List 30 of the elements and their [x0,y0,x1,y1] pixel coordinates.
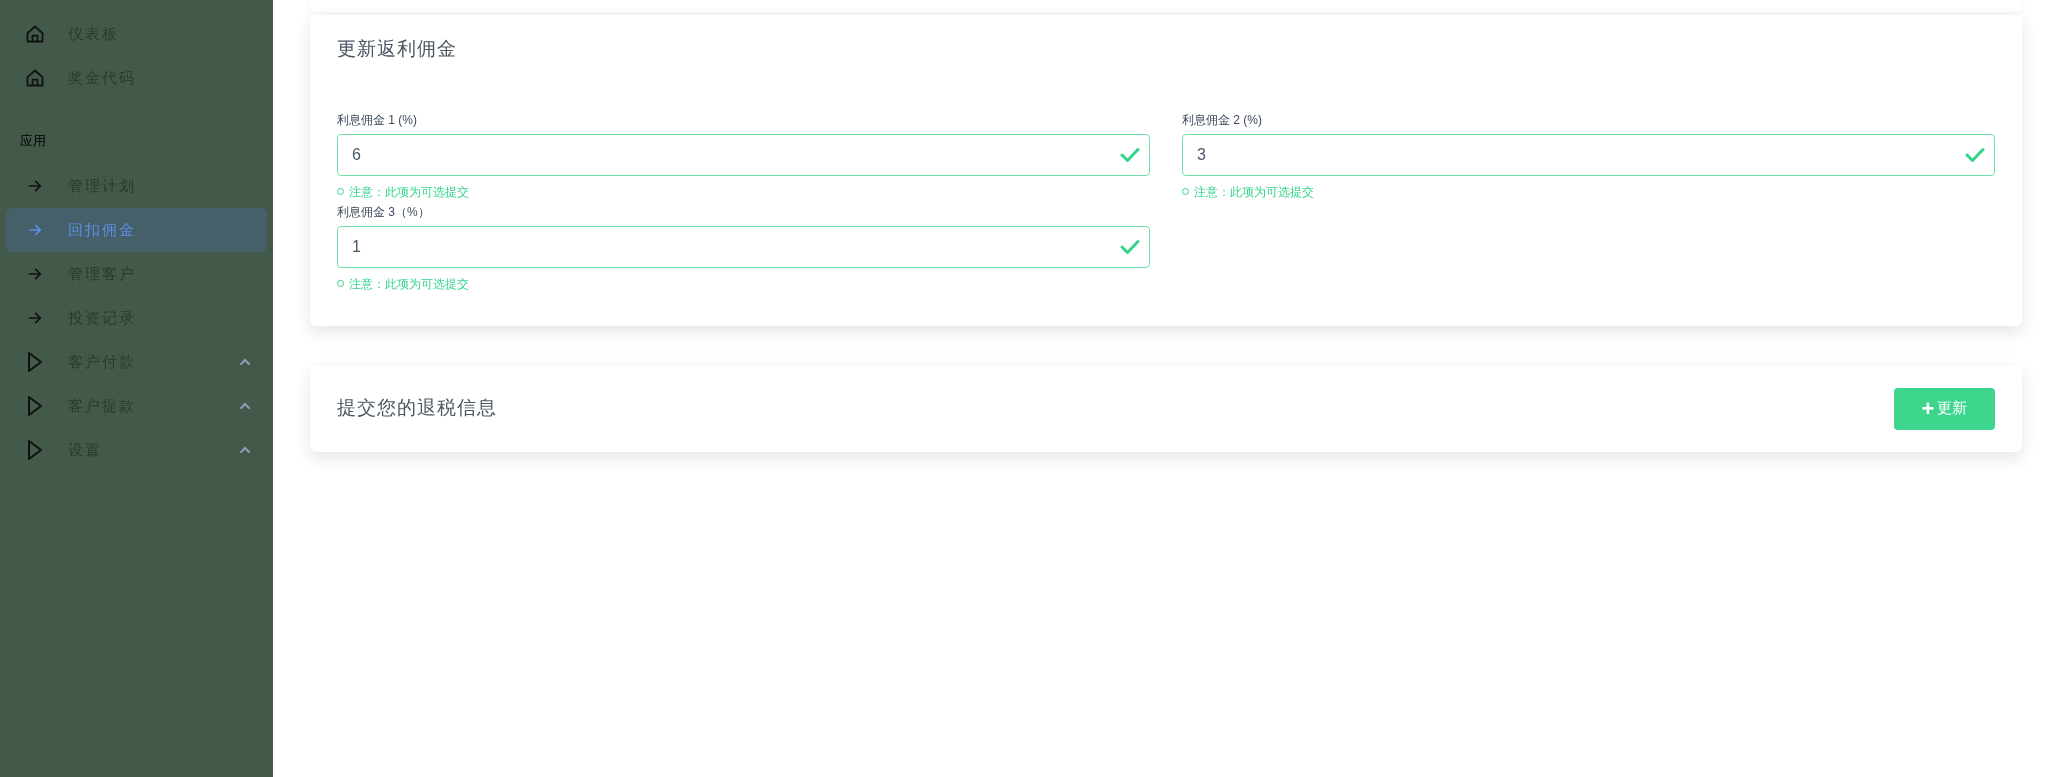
section-label: 应用 [20,133,46,148]
arrow-right-icon [27,222,43,238]
home-icon [25,24,45,44]
arrow-right-icon [27,310,43,326]
input-field[interactable]: 3 [1182,133,1995,176]
chevron-up-icon [239,358,251,366]
play-triangle-icon [27,395,43,417]
field-label: 利息佣金 3（%） [337,203,431,221]
hint-text: 注意：此项为可选提交 [1194,183,1314,201]
input-field[interactable]: 1 [337,225,1150,268]
chevron-up-icon [239,402,251,410]
arrow-right-icon [27,266,43,282]
card-title: 更新返利佣金 [337,37,458,61]
arrow-right-icon [27,178,43,194]
home-icon [25,68,45,88]
card-title: 提交您的退税信息 [337,396,497,421]
sidebar-item[interactable]: 回扣佣金 [6,208,267,252]
checkmark-icon [1120,146,1140,163]
update-button[interactable]: +更新 [1894,387,1995,430]
hint-text: 注意：此项为可选提交 [349,183,469,201]
checkmark-icon [1965,146,1985,163]
plus-icon: + [1921,397,1935,420]
play-triangle-icon [27,351,43,373]
field-label: 利息佣金 2 (%) [1182,111,1263,129]
input-field[interactable]: 6 [337,133,1150,176]
field-label: 利息佣金 1 (%) [337,111,418,129]
chevron-up-icon [239,446,251,454]
checkmark-icon [1120,238,1140,255]
play-triangle-icon [27,439,43,461]
hint-text: 注意：此项为可选提交 [349,275,469,293]
